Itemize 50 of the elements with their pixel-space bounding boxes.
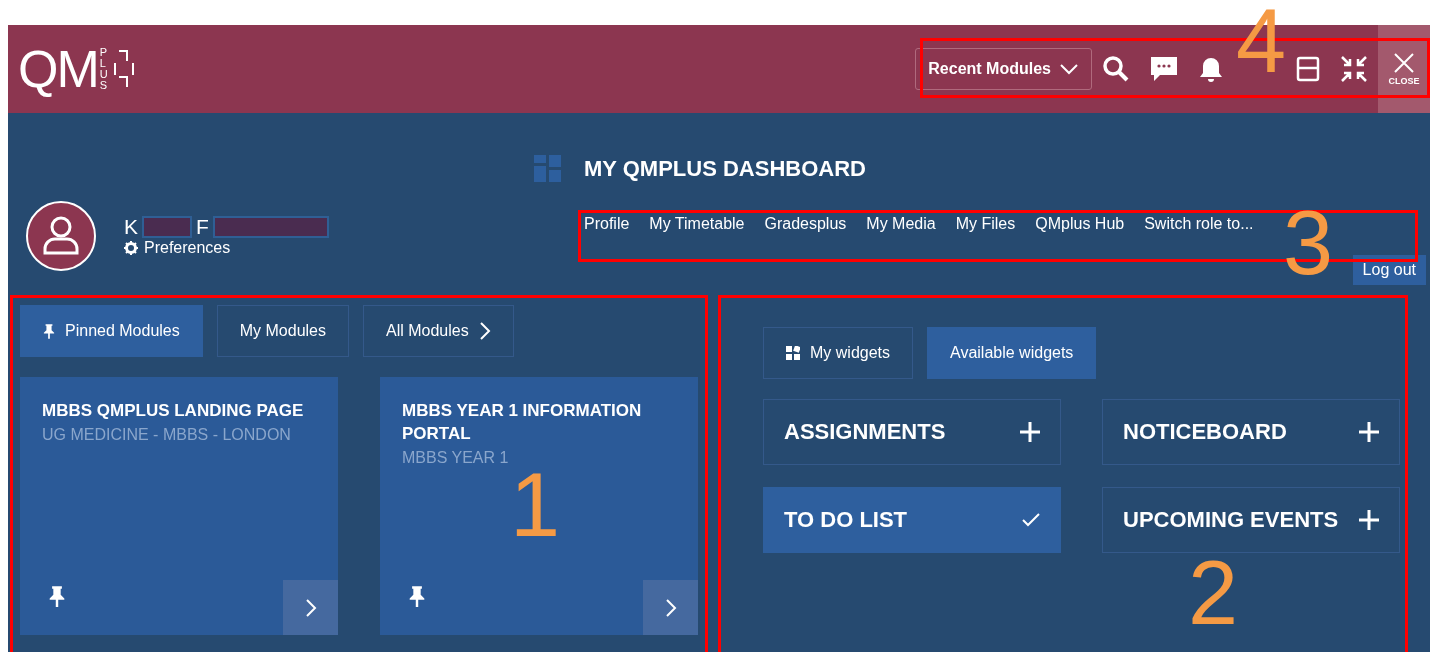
module-tab[interactable]: My Modules — [216, 305, 349, 357]
user-initial: K — [124, 215, 138, 239]
widget-tab[interactable]: Available widgets — [927, 327, 1097, 379]
widget-toggle[interactable]: NOTICEBOARD — [1102, 399, 1400, 465]
module-tab[interactable]: Pinned Modules — [20, 305, 203, 357]
plus-icon — [1359, 510, 1379, 530]
annotation-number: 1 — [510, 472, 561, 539]
chevron-icon — [664, 597, 677, 618]
recent-modules-dropdown[interactable]: Recent Modules — [915, 48, 1092, 90]
module-card[interactable]: MBBS QMPLUS LANDING PAGE UG MEDICINE - MBBS - LONDON — [20, 377, 338, 635]
search-icon[interactable] — [1102, 55, 1130, 83]
nav-link[interactable]: My Media — [860, 215, 942, 233]
widgets-icon — [786, 346, 800, 360]
chevron-down-icon — [1059, 63, 1079, 75]
widget-toggle[interactable]: ASSIGNMENTS — [763, 399, 1061, 465]
dashboard-icon — [534, 155, 562, 183]
module-subtitle: MBBS YEAR 1 — [402, 449, 510, 467]
module-tab[interactable]: All Modules — [363, 305, 514, 357]
chat-icon[interactable] — [1150, 56, 1178, 82]
nav-link[interactable]: QMplus Hub — [1029, 215, 1131, 233]
bell-icon[interactable] — [1198, 56, 1224, 82]
module-title: MBBS QMPLUS LANDING PAGE — [42, 400, 305, 422]
widget-toggle[interactable]: TO DO LIST — [763, 487, 1061, 553]
chevron-icon — [304, 597, 317, 618]
chevron-icon — [478, 321, 491, 341]
annotation-number: 2 — [1188, 560, 1239, 627]
user-initial: F — [196, 215, 209, 239]
nav-link[interactable]: My Timetable — [643, 215, 751, 233]
dashboard-title: MY QMPLUS DASHBOARD — [584, 156, 866, 182]
pin-icon — [408, 585, 426, 607]
widget-tab[interactable]: My widgets — [763, 327, 914, 379]
plus-icon — [1359, 422, 1379, 442]
module-title: MBBS YEAR 1 INFORMATION PORTAL — [402, 400, 643, 445]
nav-link[interactable]: Gradesplus — [758, 215, 853, 233]
nav-link[interactable]: Profile — [578, 215, 636, 233]
close-button[interactable]: CLOSE — [1378, 25, 1430, 113]
plus-icon — [1020, 422, 1040, 442]
pin-icon — [48, 585, 66, 607]
pin-icon — [43, 323, 55, 339]
close-icon — [1393, 52, 1415, 74]
preferences-link[interactable]: Preferences — [124, 239, 231, 257]
window-icon[interactable] — [1296, 56, 1320, 82]
redaction-block — [142, 216, 192, 238]
gear-icon — [124, 241, 138, 255]
collapse-icon[interactable] — [1340, 55, 1368, 83]
nav-link[interactable]: My Files — [949, 215, 1022, 233]
widget-toggle[interactable]: UPCOMING EVENTS — [1102, 487, 1400, 553]
nav-link[interactable]: Switch role to... — [1138, 215, 1260, 233]
check-icon — [1022, 513, 1040, 527]
module-subtitle: UG MEDICINE - MBBS - LONDON — [42, 426, 292, 444]
